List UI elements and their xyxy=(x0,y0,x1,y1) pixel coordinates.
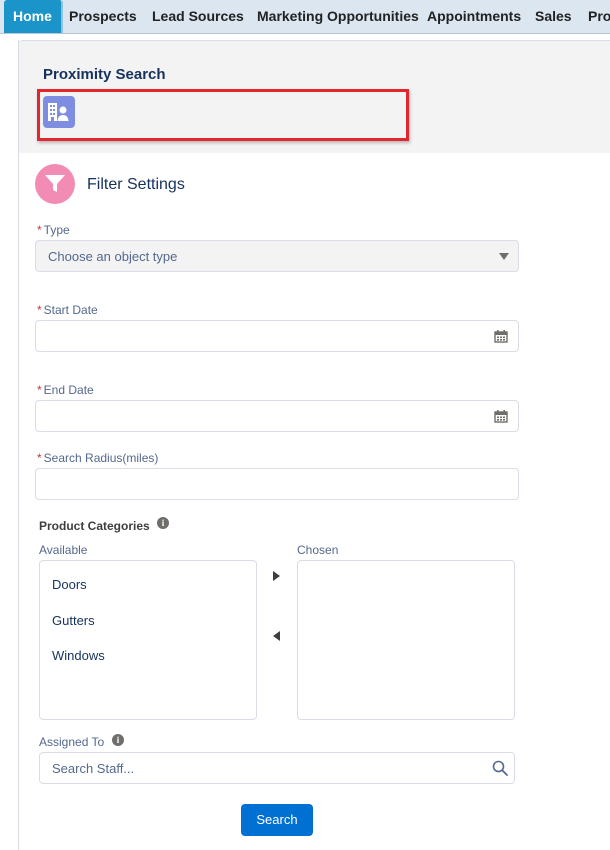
calendar-icon[interactable] xyxy=(494,330,508,343)
chosen-label: Chosen xyxy=(297,543,339,557)
tab-appointments[interactable]: Appointments xyxy=(427,0,521,33)
tab-prospects[interactable]: Prospects xyxy=(69,0,137,33)
info-icon[interactable]: i xyxy=(157,517,169,529)
required-marker: * xyxy=(37,383,42,397)
staff-search-placeholder: Search Staff... xyxy=(52,761,135,776)
funnel-icon xyxy=(35,164,75,204)
chosen-listbox[interactable] xyxy=(297,560,515,720)
search-radius-input[interactable] xyxy=(35,468,519,500)
tab-sales[interactable]: Sales xyxy=(535,0,572,33)
chevron-down-icon xyxy=(499,253,509,260)
type-select-value: Choose an object type xyxy=(48,249,178,264)
list-item-windows[interactable]: Windows xyxy=(52,648,105,663)
move-right-icon[interactable] xyxy=(273,571,280,581)
assigned-to-label: Assigned To xyxy=(39,735,105,749)
highlight-annotation-box xyxy=(37,89,409,141)
search-radius-label: * Search Radius(miles) xyxy=(37,451,158,465)
available-label: Available xyxy=(39,543,88,557)
tab-overflow[interactable]: Pro xyxy=(588,0,610,33)
search-button[interactable]: Search xyxy=(241,804,313,836)
page-title: Proximity Search xyxy=(43,66,166,83)
search-icon xyxy=(492,760,508,776)
top-nav-bar: Home Prospects Lead Sources Marketing Op… xyxy=(0,0,610,34)
tab-marketing-opportunities[interactable]: Marketing Opportunities xyxy=(257,0,419,33)
calendar-icon[interactable] xyxy=(494,410,508,423)
start-date-label-text: Start Date xyxy=(43,303,98,317)
search-radius-label-text: Search Radius(miles) xyxy=(43,451,159,465)
required-marker: * xyxy=(37,223,42,237)
list-item-gutters[interactable]: Gutters xyxy=(52,613,95,628)
start-date-input[interactable] xyxy=(35,320,519,352)
required-marker: * xyxy=(37,451,42,465)
filter-settings-title: Filter Settings xyxy=(87,176,185,193)
info-icon[interactable]: i xyxy=(112,734,124,746)
tab-lead-sources[interactable]: Lead Sources xyxy=(152,0,244,33)
type-select[interactable]: Choose an object type xyxy=(35,240,519,272)
required-marker: * xyxy=(37,303,42,317)
card-border xyxy=(18,40,19,850)
tab-home[interactable]: Home xyxy=(4,0,63,33)
available-listbox[interactable]: Doors Gutters Windows xyxy=(39,560,257,720)
move-left-icon[interactable] xyxy=(273,631,280,641)
type-label-text: Type xyxy=(43,223,70,237)
type-label: * Type xyxy=(37,223,70,237)
end-date-label: * End Date xyxy=(37,383,94,397)
list-item-doors[interactable]: Doors xyxy=(52,577,87,592)
product-categories-label: Product Categories xyxy=(39,519,150,533)
start-date-label: * Start Date xyxy=(37,303,98,317)
end-date-input[interactable] xyxy=(35,400,519,432)
staff-search-input[interactable]: Search Staff... xyxy=(39,752,515,784)
end-date-label-text: End Date xyxy=(43,383,94,397)
